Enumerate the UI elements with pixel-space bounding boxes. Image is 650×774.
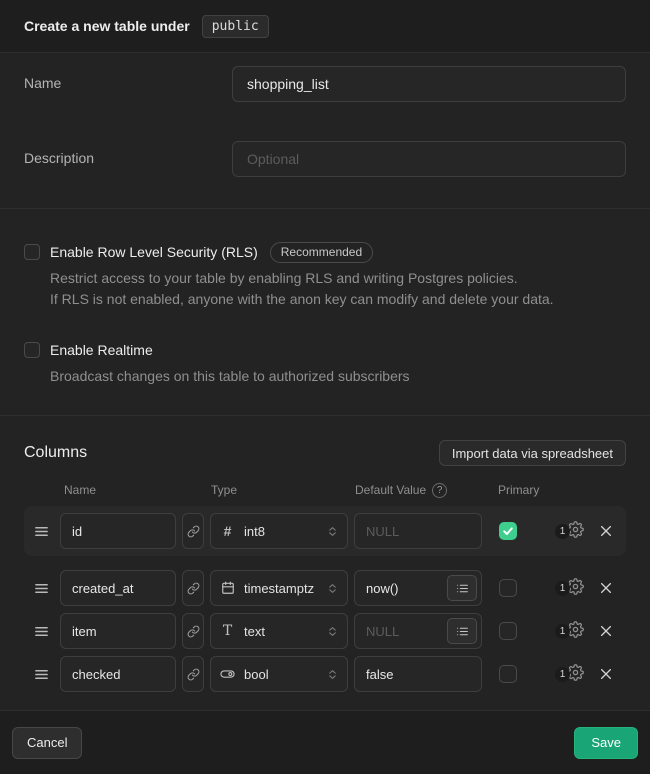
text-icon: T [220, 623, 235, 639]
dialog-title: Create a new table under [24, 18, 190, 34]
default-value-field [354, 613, 482, 649]
remove-column-button[interactable] [599, 624, 613, 638]
column-settings-button[interactable]: 1 [555, 664, 584, 684]
rls-option: Enable Row Level Security (RLS) Recommen… [24, 242, 626, 310]
recommended-badge: Recommended [270, 242, 373, 263]
table-description-input[interactable] [232, 141, 626, 177]
foreign-key-link-button[interactable] [182, 613, 204, 649]
dialog-footer: Cancel Save [0, 711, 650, 774]
column-type-label: text [244, 624, 318, 639]
column-settings-button[interactable]: 1 [555, 578, 584, 598]
columns-table-headers: Name Type Default Value ? Primary [24, 482, 626, 498]
default-value-input[interactable] [366, 581, 447, 596]
column-type-label: timestamptz [244, 581, 318, 596]
table-name-input[interactable] [232, 66, 626, 102]
drag-handle-icon[interactable] [34, 667, 50, 682]
default-value-field [354, 570, 482, 606]
settings-count-badge: 1 [555, 624, 570, 639]
column-type-select[interactable]: # int8 [210, 513, 348, 549]
realtime-description: Broadcast changes on this table to autho… [50, 366, 626, 387]
cancel-button[interactable]: Cancel [12, 727, 82, 759]
calendar-icon [220, 581, 235, 595]
header-default-value: Default Value ? [355, 483, 498, 498]
settings-count-badge: 1 [555, 581, 570, 596]
rls-description: Restrict access to your table by enablin… [50, 268, 626, 310]
settings-count-badge: 1 [555, 667, 570, 682]
header-primary: Primary [498, 483, 539, 497]
primary-checkbox[interactable] [499, 665, 517, 683]
column-settings-button[interactable]: 1 [555, 621, 584, 641]
default-value-picker-button[interactable] [447, 618, 477, 644]
remove-column-button[interactable] [599, 524, 613, 538]
name-label: Name [24, 66, 232, 91]
schema-badge: public [202, 15, 269, 38]
column-name-input[interactable] [60, 513, 176, 549]
foreign-key-link-button[interactable] [182, 570, 204, 606]
foreign-key-link-button[interactable] [182, 513, 204, 549]
columns-title: Columns [24, 444, 87, 462]
realtime-option: Enable Realtime Broadcast changes on thi… [24, 340, 626, 387]
primary-checkbox[interactable] [499, 522, 517, 540]
default-value-field [354, 513, 482, 549]
chevron-updown-icon [327, 583, 338, 594]
column-type-select[interactable]: Ttext [210, 613, 348, 649]
remove-column-button[interactable] [599, 581, 613, 595]
rls-label: Enable Row Level Security (RLS) [50, 244, 258, 260]
column-row: timestamptz 1 [24, 570, 626, 606]
settings-count-badge: 1 [555, 524, 570, 539]
drag-handle-icon[interactable] [34, 624, 50, 639]
toggle-icon [220, 666, 235, 682]
column-name-input[interactable] [60, 570, 176, 606]
foreign-key-link-button[interactable] [182, 656, 204, 692]
column-row: # int8 1 [24, 513, 626, 549]
chevron-updown-icon [327, 526, 338, 537]
save-button[interactable]: Save [574, 727, 638, 759]
header-type: Type [211, 483, 355, 497]
description-label: Description [24, 141, 232, 166]
column-name-input[interactable] [60, 656, 176, 692]
hash-icon: # [220, 523, 235, 539]
chevron-updown-icon [327, 669, 338, 680]
columns-section: Columns Import data via spreadsheet Name… [0, 416, 650, 711]
table-options-section: Enable Row Level Security (RLS) Recommen… [0, 209, 650, 416]
columns-rows: # int8 1 timestamptz 1 Ttext 1 bool 1 [24, 506, 626, 692]
realtime-label: Enable Realtime [50, 342, 153, 358]
header-name: Name [64, 483, 211, 497]
rls-checkbox[interactable] [24, 244, 40, 260]
column-type-select[interactable]: bool [210, 656, 348, 692]
column-row: Ttext 1 [24, 613, 626, 649]
default-value-input[interactable] [366, 624, 447, 639]
column-type-label: int8 [244, 524, 318, 539]
chevron-updown-icon [327, 626, 338, 637]
default-value-input[interactable] [366, 524, 477, 539]
column-settings-button[interactable]: 1 [555, 521, 584, 541]
drag-handle-icon[interactable] [34, 524, 50, 539]
column-row: bool 1 [24, 656, 626, 692]
help-icon[interactable]: ? [432, 483, 447, 498]
primary-checkbox[interactable] [499, 622, 517, 640]
default-value-picker-button[interactable] [447, 575, 477, 601]
highlighted-row-panel: # int8 1 [24, 506, 626, 556]
default-value-input[interactable] [366, 667, 477, 682]
import-spreadsheet-button[interactable]: Import data via spreadsheet [439, 440, 626, 466]
dialog-header: Create a new table under public [0, 0, 650, 53]
column-name-input[interactable] [60, 613, 176, 649]
table-details-section: Name Description [0, 53, 650, 209]
realtime-checkbox[interactable] [24, 342, 40, 358]
default-value-field [354, 656, 482, 692]
drag-handle-icon[interactable] [34, 581, 50, 596]
primary-checkbox[interactable] [499, 579, 517, 597]
column-type-label: bool [244, 667, 318, 682]
column-type-select[interactable]: timestamptz [210, 570, 348, 606]
remove-column-button[interactable] [599, 667, 613, 681]
